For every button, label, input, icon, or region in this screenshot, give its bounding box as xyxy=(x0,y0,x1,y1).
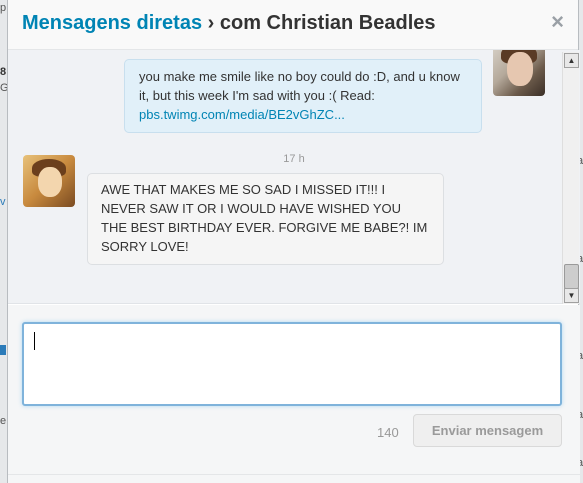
scroll-down-icon[interactable]: ▼ xyxy=(564,288,579,303)
message-composer: 140 Enviar mensagem xyxy=(8,305,580,483)
text-caret xyxy=(34,332,35,350)
background-fragment: v xyxy=(0,196,6,208)
send-message-button[interactable]: Enviar mensagem xyxy=(413,414,562,447)
message-timestamp: 17 h xyxy=(283,153,305,165)
message-input[interactable] xyxy=(22,322,562,406)
conversation-scrollbar[interactable]: ▲ ▼ xyxy=(562,52,579,304)
sent-message: you make me smile like no boy could do :… xyxy=(124,59,482,133)
dialog-title: Mensagens diretas › com Christian Beadle… xyxy=(22,12,436,35)
scroll-up-icon[interactable]: ▲ xyxy=(564,53,579,68)
background-fragment: e xyxy=(0,415,7,427)
background-fragment: p xyxy=(0,2,7,14)
conversation-partner: com Christian Beadles xyxy=(219,12,436,34)
avatar[interactable] xyxy=(493,50,545,96)
message-text: you make me smile like no boy could do :… xyxy=(139,69,460,103)
character-counter: 140 xyxy=(377,425,399,440)
direct-message-dialog: Mensagens diretas › com Christian Beadle… xyxy=(7,0,580,483)
scroll-thumb[interactable] xyxy=(564,264,579,289)
conversation-thread[interactable]: you make me smile like no boy could do :… xyxy=(8,50,580,304)
message-text: AWE THAT MAKES ME SO SAD I MISSED IT!!! … xyxy=(101,182,428,254)
breadcrumb-separator: › xyxy=(207,12,215,34)
message-link[interactable]: pbs.twimg.com/media/BE2vGhZC... xyxy=(139,105,467,124)
direct-messages-link[interactable]: Mensagens diretas xyxy=(22,12,202,34)
avatar[interactable] xyxy=(23,155,75,207)
received-message: AWE THAT MAKES ME SO SAD I MISSED IT!!! … xyxy=(87,173,444,265)
background-fragment: 8 xyxy=(0,66,7,78)
background-mark xyxy=(0,345,6,355)
dialog-header: Mensagens diretas › com Christian Beadle… xyxy=(8,0,578,50)
close-icon[interactable]: × xyxy=(551,9,564,35)
divider xyxy=(8,474,580,475)
